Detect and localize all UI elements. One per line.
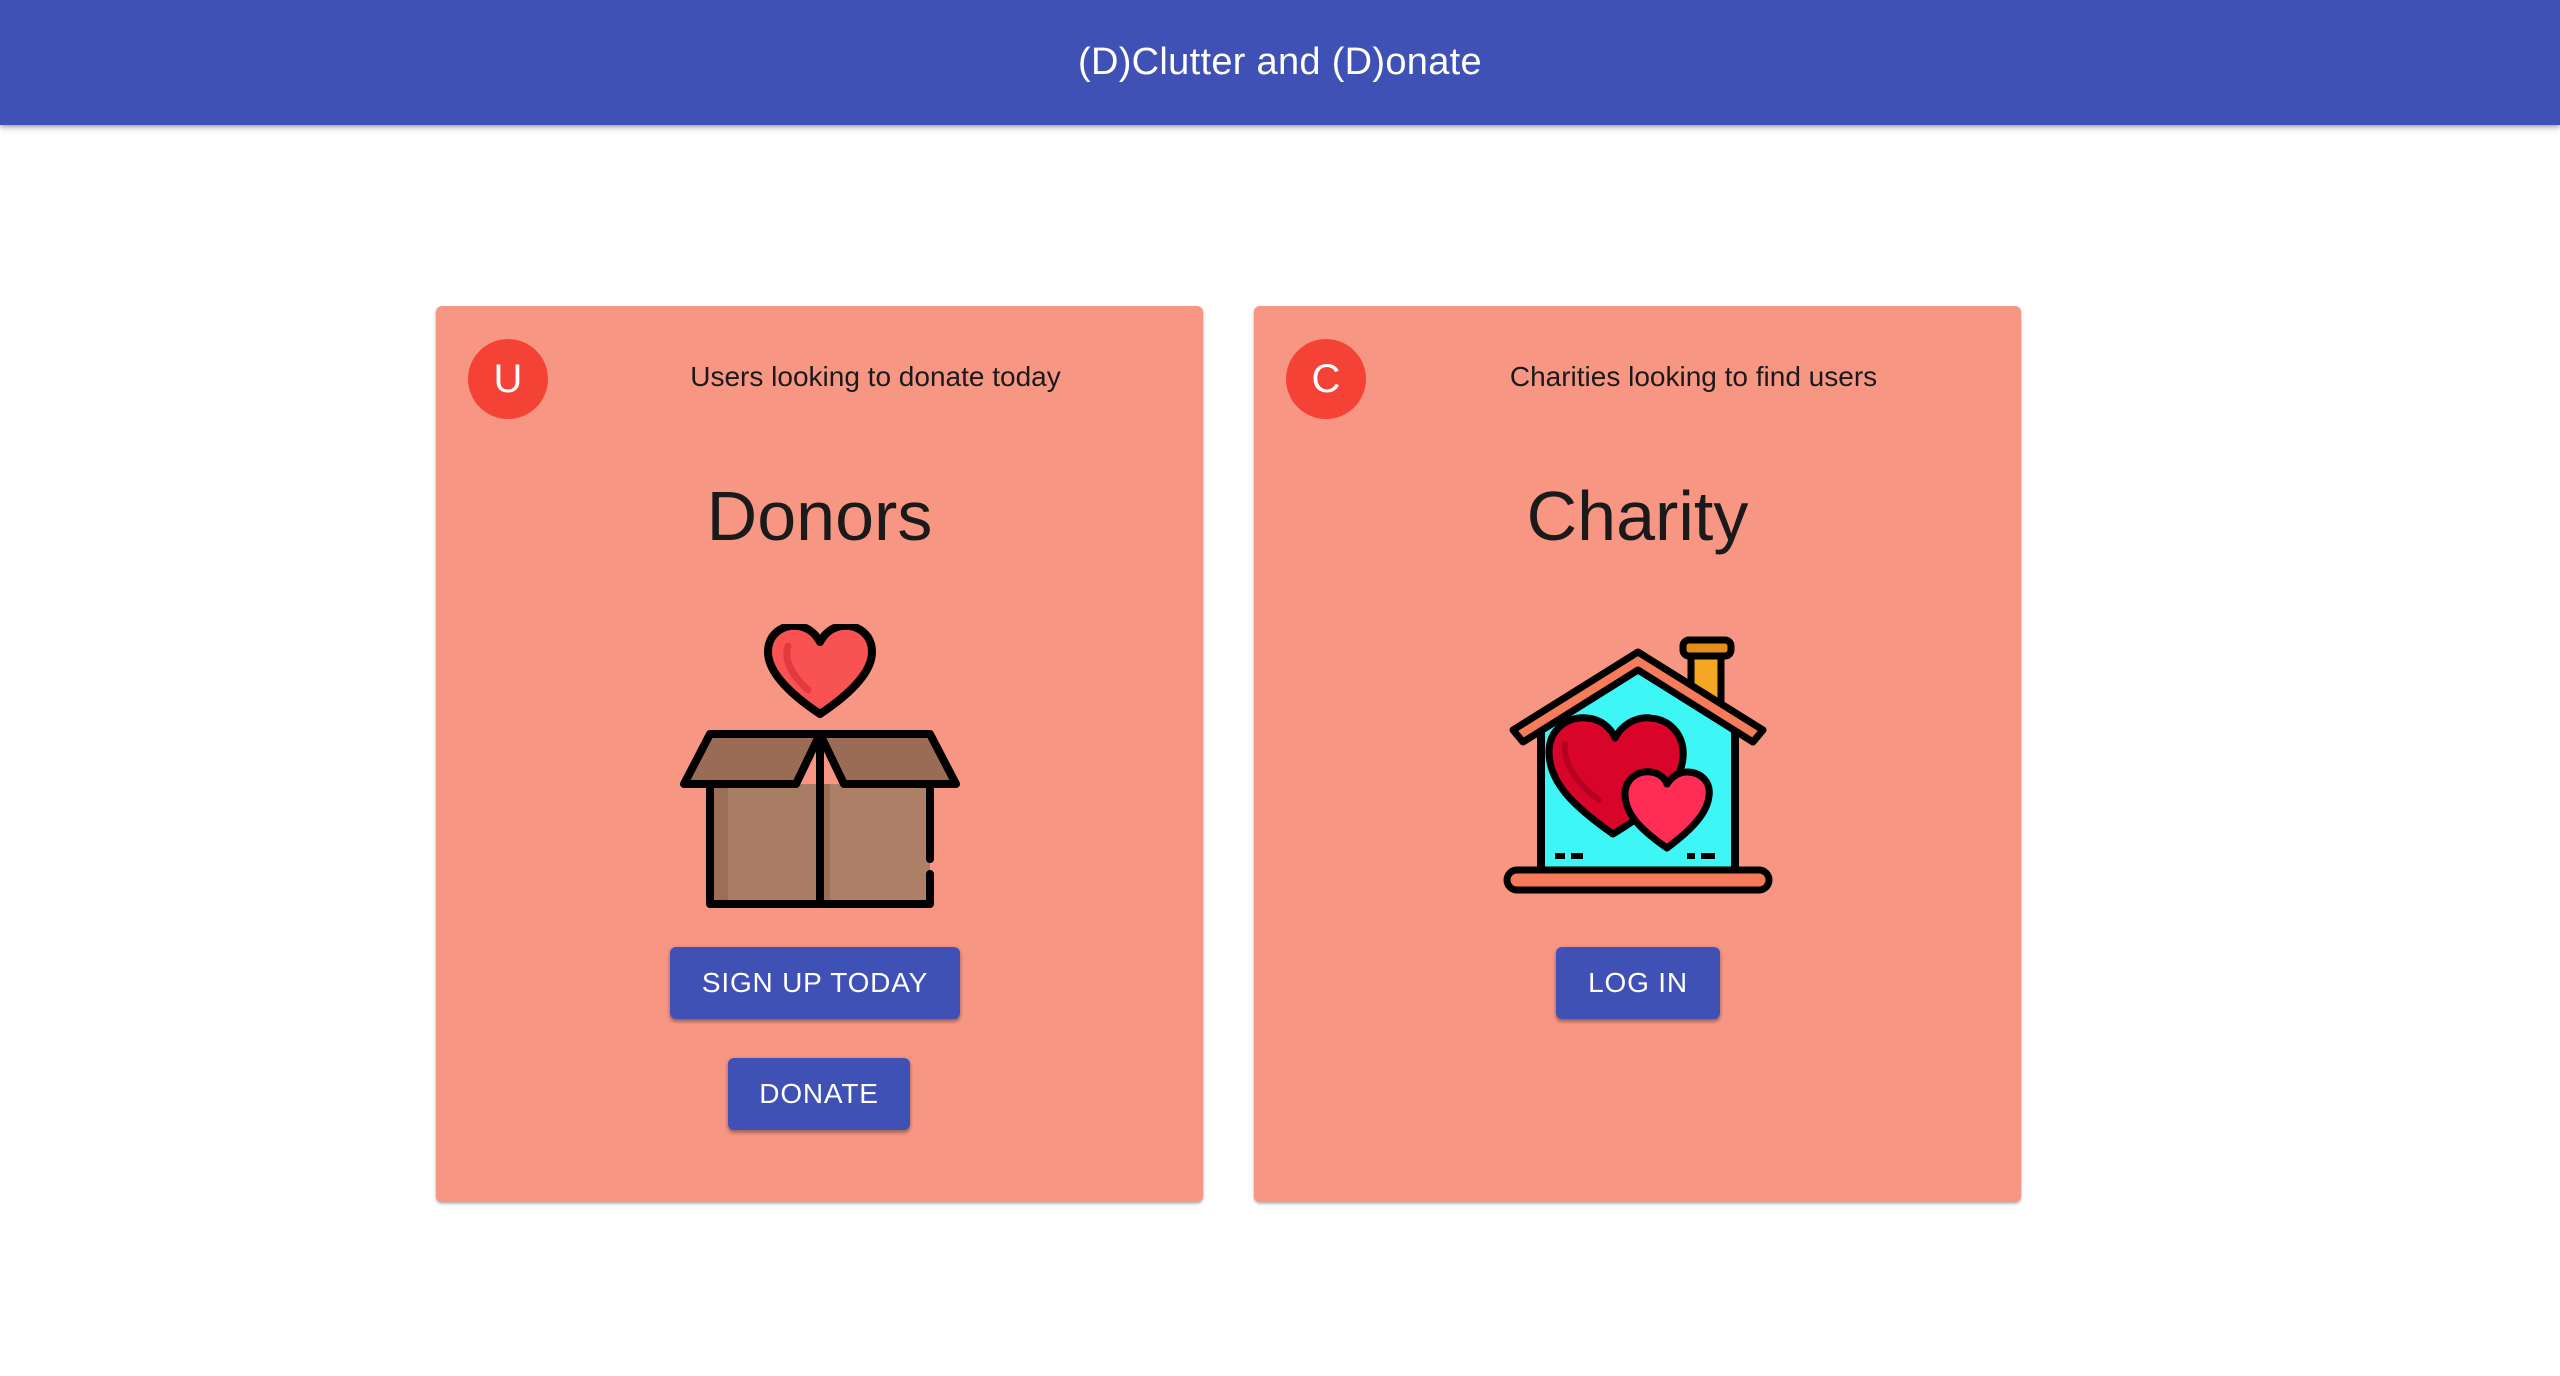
donate-button[interactable]: DONATE (728, 1058, 910, 1130)
house-hearts-icon (1254, 634, 2021, 904)
app-bar: (D)Clutter and (D)onate (0, 0, 2560, 125)
donors-card: U Users looking to donate today Donors S… (436, 306, 1203, 1202)
gift-box-heart-icon (436, 624, 1203, 914)
card-subheader: Users looking to donate today (690, 361, 1061, 392)
avatar: C (1286, 339, 1366, 419)
card-title: Donors (706, 477, 933, 555)
charity-card: C Charities looking to find users Charit… (1254, 306, 2021, 1202)
log-in-button[interactable]: LOG IN (1556, 947, 1720, 1019)
card-title: Charity (1526, 477, 1749, 555)
sign-up-button[interactable]: SIGN UP TODAY (670, 947, 960, 1019)
app-title: (D)Clutter and (D)onate (1078, 41, 1482, 83)
card-subheader: Charities looking to find users (1509, 361, 1878, 392)
avatar: U (468, 339, 548, 419)
